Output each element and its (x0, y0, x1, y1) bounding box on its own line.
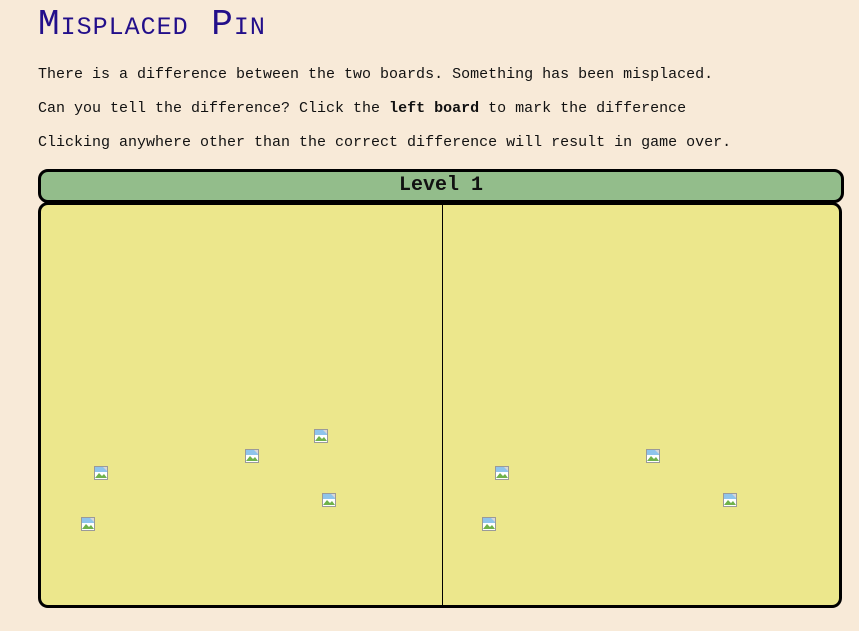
page-title: Misplaced Pin (38, 4, 266, 45)
broken-image-icon (495, 466, 509, 480)
left-board[interactable] (38, 202, 443, 608)
broken-image-icon (646, 449, 660, 463)
broken-image-icon[interactable] (94, 466, 108, 480)
instruction-line-1: There is a difference between the two bo… (38, 66, 713, 84)
instruction-text: Can you tell the difference? Click the (38, 100, 390, 117)
broken-image-icon[interactable] (314, 429, 328, 443)
broken-image-icon (482, 517, 496, 531)
game-page: Misplaced Pin There is a difference betw… (0, 0, 859, 631)
instruction-emphasis: left board (389, 100, 480, 117)
right-board (442, 202, 842, 608)
instruction-text: There is a difference between the two bo… (38, 66, 714, 83)
instruction-line-3: Clicking anywhere other than the correct… (38, 134, 731, 152)
instruction-line-2: Can you tell the difference? Click the l… (38, 100, 686, 118)
broken-image-icon[interactable] (81, 517, 95, 531)
broken-image-icon[interactable] (322, 493, 336, 507)
instruction-text: to mark the difference (479, 100, 687, 117)
broken-image-icon (723, 493, 737, 507)
instruction-text: Clicking anywhere other than the correct… (38, 134, 732, 151)
level-label: Level 1 (398, 174, 483, 197)
broken-image-icon[interactable] (245, 449, 259, 463)
level-header: Level 1 (38, 169, 844, 203)
